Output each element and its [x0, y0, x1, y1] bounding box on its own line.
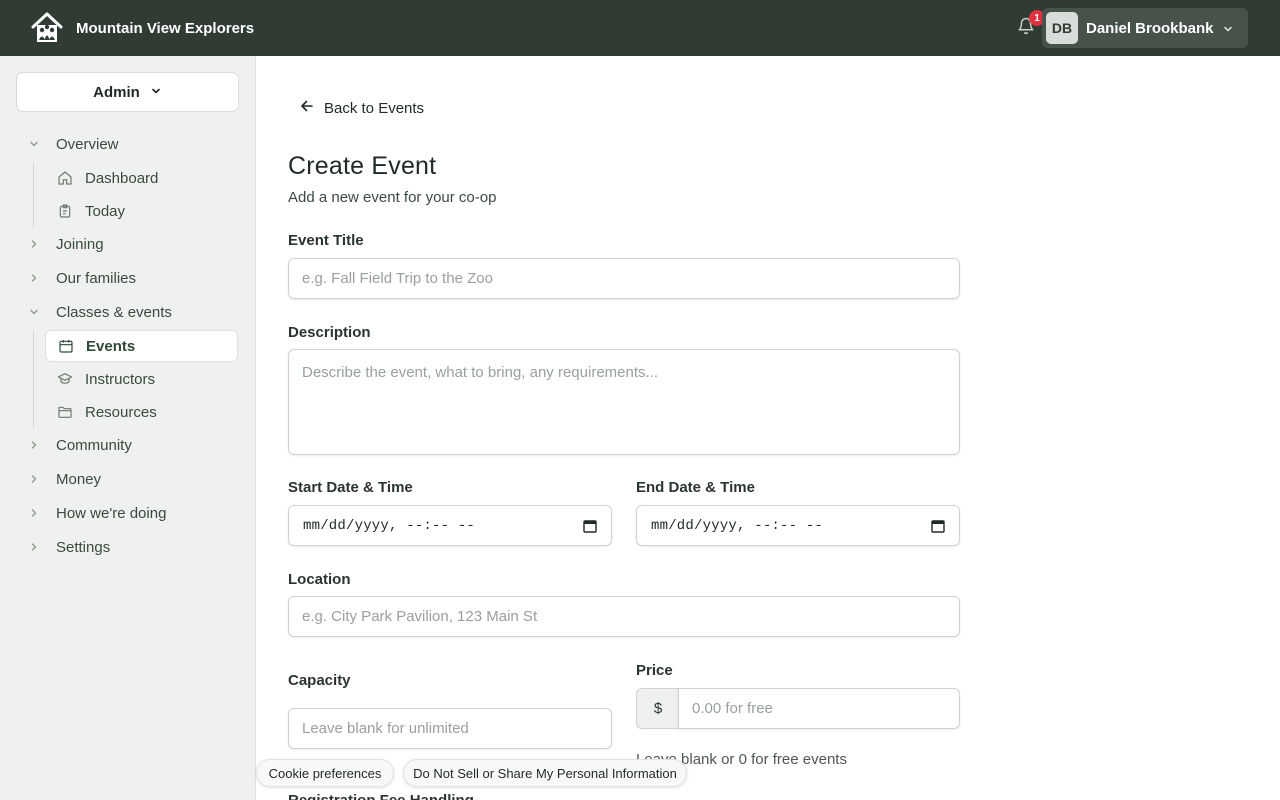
description-textarea[interactable] [288, 349, 960, 455]
sidebar-item-label: Events [86, 337, 136, 355]
sidebar-group-label: Joining [56, 235, 104, 253]
currency-prefix: $ [636, 688, 679, 729]
page-subtitle: Add a new event for your co-op [288, 189, 497, 206]
start-datetime-value: mm/dd/yyyy, --:-- -- [303, 517, 476, 534]
sidebar-item-resources[interactable]: Resources [45, 396, 238, 428]
sidebar-group-label: Overview [56, 135, 119, 153]
sidebar-group-label: Classes & events [56, 303, 172, 321]
chevron-right-icon [28, 238, 40, 250]
chevron-down-icon [1222, 22, 1234, 40]
top-bar: Mountain View Explorers 1 DB Daniel Broo… [0, 0, 1280, 56]
sidebar-group-overview[interactable]: Overview [28, 132, 119, 156]
price-input[interactable] [678, 688, 960, 729]
chevron-right-icon [28, 507, 40, 519]
chevron-right-icon [28, 439, 40, 451]
avatar: DB [1046, 12, 1078, 44]
home-icon [57, 170, 73, 186]
chevron-down-icon [28, 306, 40, 318]
capacity-input[interactable] [288, 708, 612, 749]
clipboard-icon [57, 203, 73, 219]
sidebar-group-money[interactable]: Money [28, 467, 101, 491]
capacity-label: Capacity [288, 672, 351, 689]
location-input[interactable] [288, 596, 960, 637]
location-label: Location [288, 571, 351, 588]
arrow-left-icon [300, 99, 314, 118]
end-datetime-value: mm/dd/yyyy, --:-- -- [651, 517, 824, 534]
sidebar-item-label: Dashboard [85, 169, 159, 187]
sidebar-group-classes-events[interactable]: Classes & events [28, 300, 172, 324]
sidebar-group-label: Money [56, 470, 102, 488]
tree-line [33, 162, 34, 228]
sidebar-item-label: Today [85, 202, 126, 220]
house-logo-icon [30, 11, 64, 45]
brand-home-link[interactable]: Mountain View Explorers [30, 11, 254, 45]
brand-name: Mountain View Explorers [76, 19, 255, 37]
sidebar-item-events[interactable]: Events [45, 330, 238, 362]
sidebar-item-label: Instructors [85, 370, 156, 388]
sidebar-item-instructors[interactable]: Instructors [45, 363, 238, 395]
calendar-icon [58, 338, 74, 354]
sidebar-group-label: Our families [56, 269, 137, 287]
registration-fee-label: Registration Fee Handling [288, 792, 474, 800]
page-title: Create Event [288, 152, 437, 180]
calendar-icon[interactable] [931, 519, 945, 533]
sidebar-group-our-families[interactable]: Our families [28, 266, 136, 290]
sidebar-group-label: Community [56, 436, 132, 454]
chevron-down-icon [140, 84, 162, 101]
sidebar-item-dashboard[interactable]: Dashboard [45, 162, 238, 194]
end-datetime-label: End Date & Time [636, 479, 755, 496]
price-label: Price [636, 662, 673, 679]
event-title-input[interactable] [288, 258, 960, 299]
description-label: Description [288, 324, 371, 341]
sidebar-group-label: Settings [56, 538, 111, 556]
sidebar-item-today[interactable]: Today [45, 195, 238, 227]
event-title-label: Event Title [288, 232, 364, 249]
calendar-icon[interactable] [583, 519, 597, 533]
chevron-right-icon [28, 541, 40, 553]
tree-line [33, 330, 34, 429]
back-link-label: Back to Events [324, 99, 425, 117]
folder-icon [57, 404, 73, 420]
chevron-down-icon [28, 138, 40, 150]
do-not-sell-button[interactable]: Do Not Sell or Share My Personal Informa… [403, 759, 687, 787]
chevron-right-icon [28, 473, 40, 485]
user-menu-button[interactable]: DB Daniel Brookbank [1042, 8, 1248, 48]
sidebar-group-how-were-doing[interactable]: How we're doing [28, 501, 166, 525]
back-to-events-link[interactable]: Back to Events [300, 98, 424, 118]
graduation-cap-icon [57, 371, 73, 387]
sidebar-item-label: Resources [85, 403, 157, 421]
sidebar-group-settings[interactable]: Settings [28, 535, 110, 559]
user-name: Daniel Brookbank [1086, 19, 1214, 37]
chevron-right-icon [28, 272, 40, 284]
sidebar-group-joining[interactable]: Joining [28, 232, 104, 256]
cookie-preferences-button[interactable]: Cookie preferences [256, 759, 394, 787]
start-datetime-label: Start Date & Time [288, 479, 413, 496]
start-datetime-input[interactable]: mm/dd/yyyy, --:-- -- [288, 505, 612, 546]
sidebar-group-community[interactable]: Community [28, 433, 132, 457]
end-datetime-input[interactable]: mm/dd/yyyy, --:-- -- [636, 505, 960, 546]
role-switcher[interactable]: Admin [16, 72, 239, 112]
sidebar-group-label: How we're doing [56, 504, 167, 522]
role-switcher-label: Admin [93, 83, 140, 101]
